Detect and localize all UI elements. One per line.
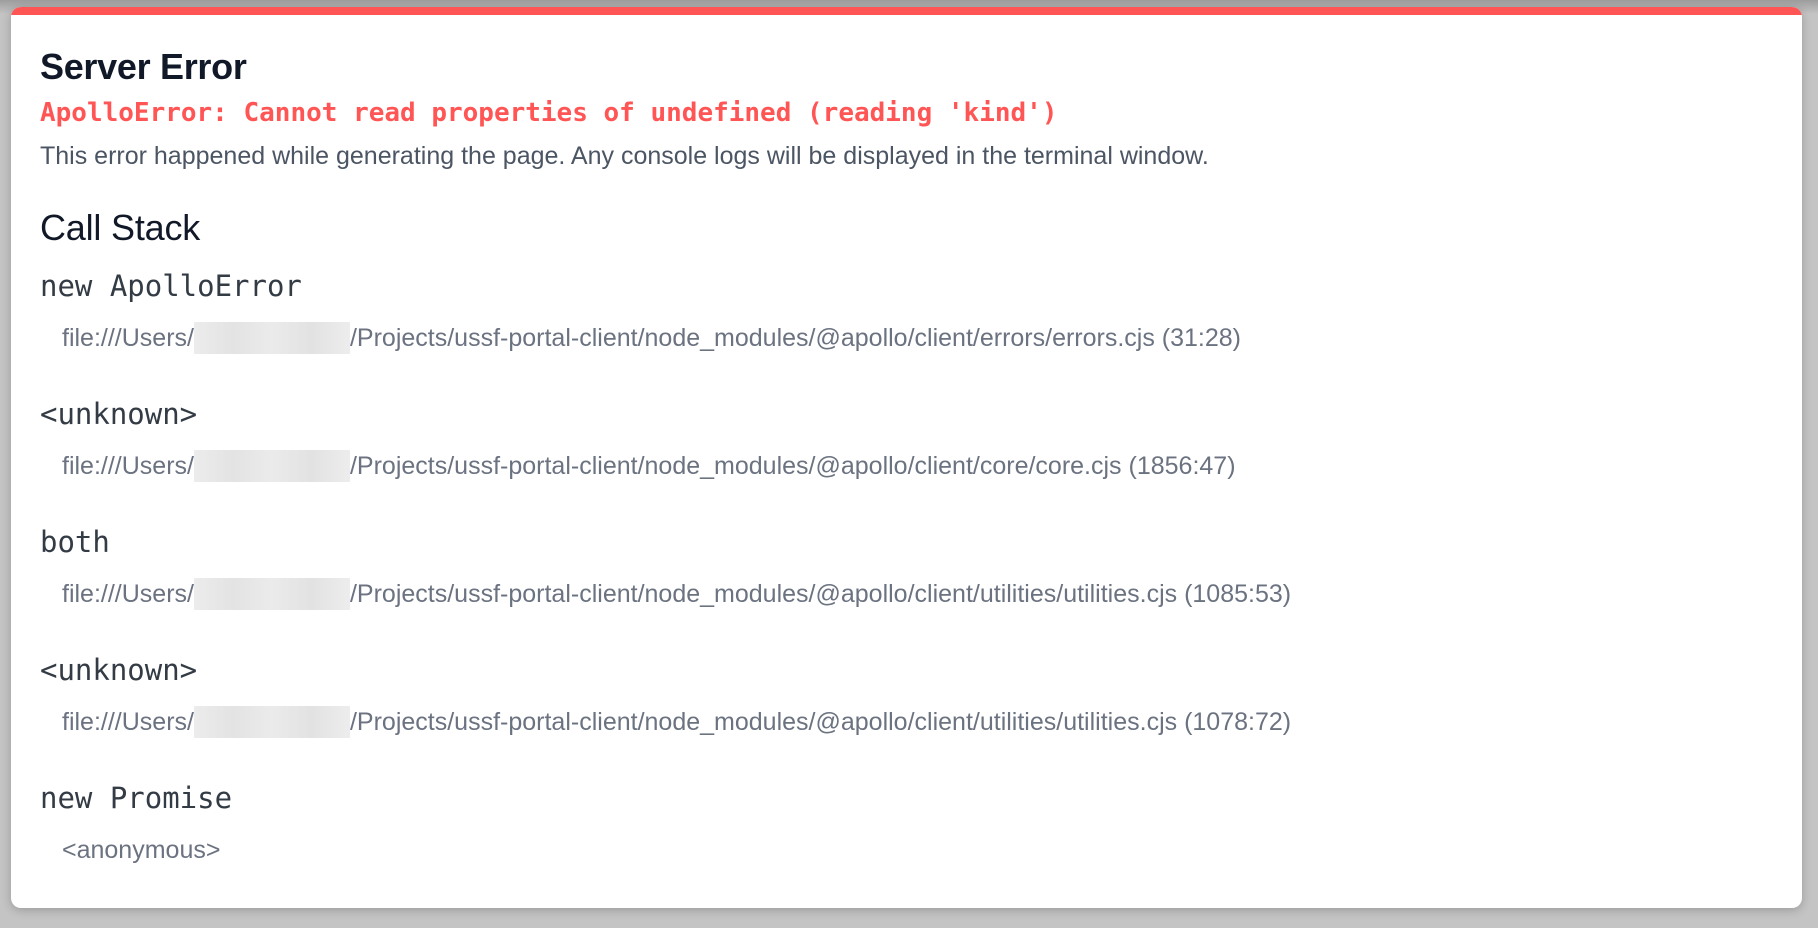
redacted-username	[193, 450, 350, 482]
frame-function-name: <unknown>	[40, 653, 198, 687]
frame-file-location[interactable]: file:///Users/ /Projects/ussf-portal-clie…	[62, 450, 1772, 482]
frame-file-location[interactable]: file:///Users/ /Projects/ussf-portal-clie…	[62, 578, 1772, 610]
call-stack-frame: new Promise <anonymous>	[40, 778, 1772, 906]
error-accent-bar	[11, 7, 1802, 15]
error-description: This error happened while generating the…	[40, 142, 1209, 170]
frame-function-name: both	[40, 525, 110, 559]
error-content: Server Error ApolloError: Cannot read pr…	[40, 45, 1772, 906]
call-stack-frame: <unknown> file:///Users/ /Projects/ussf-p…	[40, 650, 1772, 778]
frame-location-suffix: /Projects/ussf-portal-client/node_module…	[349, 708, 1292, 736]
redacted-username	[193, 578, 350, 610]
frame-function-name: new ApolloError	[40, 269, 302, 303]
call-stack-frame: <unknown> file:///Users/ /Projects/ussf-p…	[40, 394, 1772, 522]
frame-location-prefix: file:///Users/	[62, 452, 194, 480]
redacted-username	[193, 706, 350, 738]
error-dialog: Server Error ApolloError: Cannot read pr…	[11, 7, 1802, 908]
call-stack-heading: Call Stack	[40, 207, 201, 248]
call-stack-frame: both file:///Users/ /Projects/ussf-portal…	[40, 522, 1772, 650]
frame-function-name: new Promise	[40, 781, 233, 815]
call-stack-frame: new ApolloError file:///Users/ /Projects/…	[40, 266, 1772, 394]
frame-location-prefix: file:///Users/	[62, 324, 194, 352]
frame-file-location: <anonymous>	[62, 834, 1772, 866]
error-message[interactable]: ApolloError: Cannot read properties of u…	[40, 96, 1772, 130]
error-title: Server Error	[40, 46, 247, 87]
frame-location-prefix: file:///Users/	[62, 580, 194, 608]
call-stack-list: new ApolloError file:///Users/ /Projects/…	[40, 266, 1772, 906]
frame-file-location[interactable]: file:///Users/ /Projects/ussf-portal-clie…	[62, 322, 1772, 354]
redacted-username	[193, 322, 350, 354]
frame-location-prefix: <anonymous>	[62, 836, 221, 864]
frame-file-location[interactable]: file:///Users/ /Projects/ussf-portal-clie…	[62, 706, 1772, 738]
frame-location-suffix: /Projects/ussf-portal-client/node_module…	[349, 324, 1242, 352]
frame-location-prefix: file:///Users/	[62, 708, 194, 736]
frame-location-suffix: /Projects/ussf-portal-client/node_module…	[349, 452, 1236, 480]
frame-location-suffix: /Projects/ussf-portal-client/node_module…	[349, 580, 1292, 608]
frame-function-name: <unknown>	[40, 397, 198, 431]
